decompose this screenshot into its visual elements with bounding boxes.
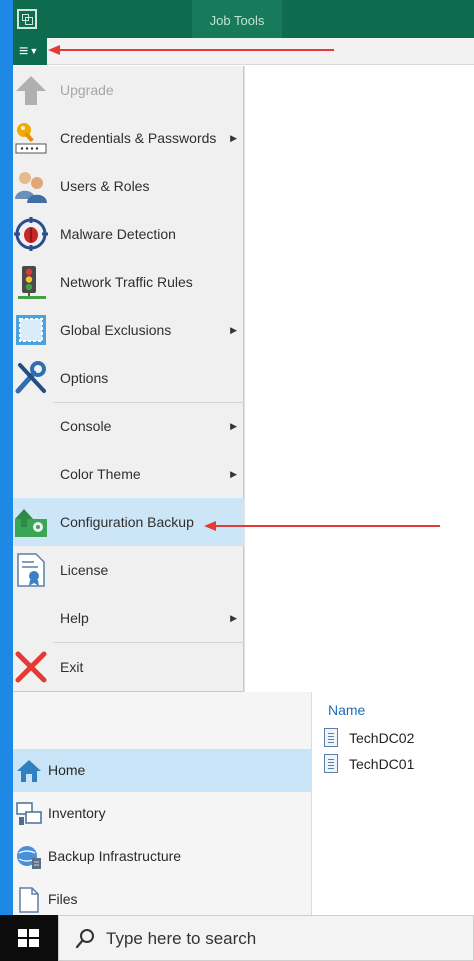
annotation-arrow [204, 521, 440, 531]
annotation-overlay [48, 45, 440, 531]
annotation-arrow [48, 45, 334, 55]
